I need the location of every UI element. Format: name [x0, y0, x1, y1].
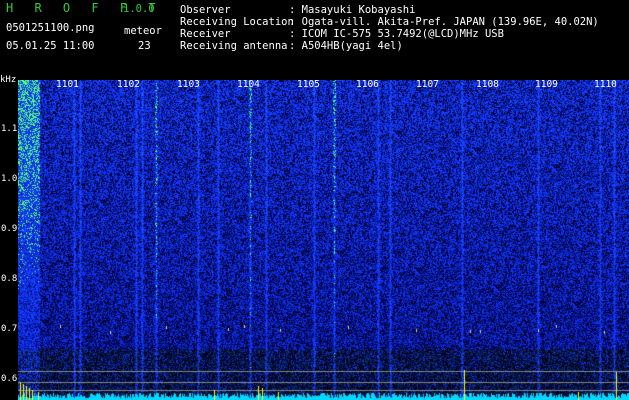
x-tick-label: 1105: [297, 79, 320, 90]
meteor-count: 23: [138, 40, 151, 52]
y-tick-label: 0.8: [1, 274, 18, 284]
header-panel: H R O F F T 1.0.0 0501251100.png meteor …: [0, 0, 629, 78]
y-tick-label: 0.7: [1, 324, 18, 334]
receiver-value: : ICOM IC-575 53.7492(@LCD)MHz USB: [289, 28, 504, 40]
spectrogram-canvas: [18, 80, 629, 400]
y-tick-label: 1.1: [1, 124, 18, 134]
receiver-label: Receiver: [180, 28, 231, 40]
meteor-label: meteor: [124, 25, 162, 37]
antenna-label: Receiving antenna: [180, 40, 288, 52]
y-tick-label: 0.9: [1, 224, 18, 234]
x-tick-label: 1101: [56, 79, 79, 90]
file-name: 0501251100.png: [6, 22, 95, 34]
date-time: 05.01.25 11:00: [6, 40, 95, 52]
x-tick-label: 1104: [237, 79, 260, 90]
app-version: 1.0.0: [123, 3, 155, 15]
observer-value: : Masayuki Kobayashi: [289, 4, 416, 16]
y-axis-unit: kHz: [0, 75, 17, 85]
x-tick-label: 1108: [476, 79, 499, 90]
location-value: : Ogata-vill. Akita-Pref. JAPAN (139.96E…: [289, 16, 599, 28]
y-tick-label: 0.6: [1, 374, 18, 384]
x-tick-label: 1107: [416, 79, 439, 90]
x-tick-label: 1106: [356, 79, 379, 90]
x-tick-label: 1102: [117, 79, 140, 90]
x-tick-label: 1110: [594, 79, 617, 90]
antenna-value: : A504HB(yagi 4el): [289, 40, 403, 52]
location-label: Receiving Location: [180, 16, 294, 28]
x-tick-label: 1103: [177, 79, 200, 90]
x-tick-label: 1109: [535, 79, 558, 90]
observer-label: Observer: [180, 4, 231, 16]
y-tick-label: 1.0: [1, 174, 18, 184]
